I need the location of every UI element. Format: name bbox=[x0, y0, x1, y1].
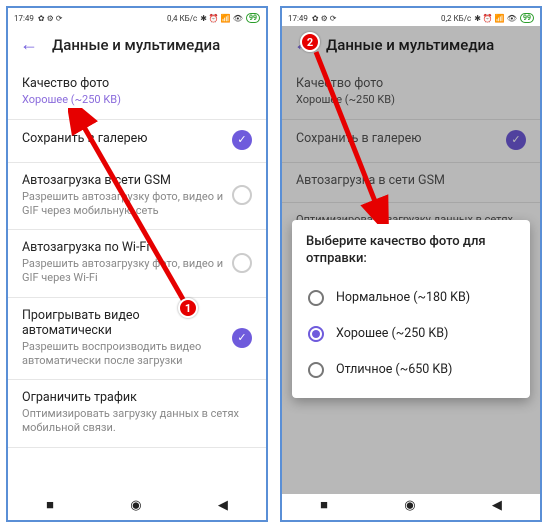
dialog-title: Выберите качество фото для отправки: bbox=[306, 234, 516, 268]
settings-list: Качество фото Хорошее (~250 KB) Сохранит… bbox=[8, 66, 266, 494]
setting-value: Хорошее (~250 KB) bbox=[22, 93, 252, 107]
annotation-badge: 1 bbox=[178, 298, 198, 318]
setting-save-gallery[interactable]: Сохранить в галерею ✓ bbox=[8, 120, 266, 163]
status-extra: ✱ ⏰ 📶 👁 bbox=[200, 14, 243, 23]
android-navbar: ■ ◉ ◀ bbox=[282, 494, 540, 520]
nav-home-icon[interactable]: ◉ bbox=[130, 498, 141, 513]
nav-recent-icon[interactable]: ■ bbox=[46, 497, 54, 513]
header: ← Данные и мультимедиа bbox=[8, 26, 266, 66]
phone-right: 17:49✿ ⚙ ⟳ 0,2 КБ/с✱ ⏰ 📶 👁99 ← Данные и … bbox=[280, 6, 542, 522]
battery-icon: 99 bbox=[246, 13, 260, 23]
checkbox-off-icon[interactable] bbox=[232, 253, 252, 273]
status-extra: ✱ ⏰ 📶 👁 bbox=[474, 14, 517, 23]
nav-back-icon[interactable]: ◀ bbox=[218, 498, 228, 513]
setting-autoload-wifi[interactable]: Автозагрузка по Wi-Fi Разрешить автозагр… bbox=[8, 230, 266, 298]
setting-subtitle: Разрешить воспроизводить видео автоматич… bbox=[22, 340, 232, 368]
nav-home-icon[interactable]: ◉ bbox=[404, 498, 415, 513]
setting-title: Проигрывать видео автоматически bbox=[22, 308, 232, 338]
quality-option-excellent[interactable]: Отличное (~650 KB) bbox=[306, 352, 516, 388]
option-label: Отличное (~650 KB) bbox=[336, 362, 452, 377]
setting-title: Автозагрузка в сети GSM bbox=[22, 173, 232, 188]
status-icons: ✿ ⚙ ⟳ bbox=[312, 14, 337, 23]
status-bar: 17:49 ✿ ⚙ ⟳ 0,2 КБ/с✱ ⏰ 📶 👁99 bbox=[282, 8, 540, 26]
photo-quality-dialog: Выберите качество фото для отправки: Нор… bbox=[292, 220, 530, 398]
status-net: 0,2 КБ/с bbox=[441, 14, 471, 23]
setting-title: Качество фото bbox=[22, 76, 252, 91]
setting-limit-traffic[interactable]: Ограничить трафик Оптимизировать загрузк… bbox=[8, 380, 266, 448]
setting-autoplay-video[interactable]: Проигрывать видео автоматически Разрешит… bbox=[8, 298, 266, 381]
checkbox-on-icon[interactable]: ✓ bbox=[232, 130, 252, 150]
nav-recent-icon[interactable]: ■ bbox=[320, 497, 328, 513]
setting-photo-quality[interactable]: Качество фото Хорошее (~250 KB) bbox=[8, 66, 266, 120]
status-time: 17:49 bbox=[14, 14, 34, 23]
status-net: 0,4 КБ/с bbox=[167, 14, 197, 23]
quality-option-good[interactable]: Хорошее (~250 KB) bbox=[306, 316, 516, 352]
android-navbar: ■ ◉ ◀ bbox=[8, 494, 266, 520]
radio-on-icon bbox=[308, 326, 324, 342]
setting-subtitle: Разрешить автозагрузку фото, видео и GIF… bbox=[22, 257, 232, 285]
setting-subtitle: Разрешить автозагрузку фото, видео и GIF… bbox=[22, 190, 232, 218]
setting-title: Сохранить в галерею bbox=[22, 131, 232, 146]
radio-off-icon bbox=[308, 362, 324, 378]
checkbox-off-icon[interactable] bbox=[232, 185, 252, 205]
nav-back-icon[interactable]: ◀ bbox=[492, 498, 502, 513]
battery-icon: 99 bbox=[520, 13, 534, 23]
status-icons: ✿ ⚙ ⟳ bbox=[38, 14, 63, 23]
option-label: Хорошее (~250 KB) bbox=[336, 326, 448, 341]
annotation-badge: 2 bbox=[300, 32, 320, 52]
radio-off-icon bbox=[308, 290, 324, 306]
setting-autoload-gsm[interactable]: Автозагрузка в сети GSM Разрешить автоза… bbox=[8, 163, 266, 231]
option-label: Нормальное (~180 KB) bbox=[336, 290, 470, 305]
back-icon[interactable]: ← bbox=[20, 36, 38, 54]
phone-left: 17:49 ✿ ⚙ ⟳ 0,4 КБ/с✱ ⏰ 📶 👁99 ← Данные и … bbox=[6, 6, 268, 522]
status-time: 17:49 bbox=[288, 14, 308, 23]
setting-title: Ограничить трафик bbox=[22, 390, 252, 405]
setting-subtitle: Оптимизировать загрузку данных в сетях м… bbox=[22, 407, 252, 435]
setting-title: Автозагрузка по Wi-Fi bbox=[22, 240, 232, 255]
quality-option-normal[interactable]: Нормальное (~180 KB) bbox=[306, 280, 516, 316]
status-bar: 17:49 ✿ ⚙ ⟳ 0,4 КБ/с✱ ⏰ 📶 👁99 bbox=[8, 8, 266, 26]
page-title: Данные и мультимедиа bbox=[52, 36, 220, 54]
checkbox-on-icon[interactable]: ✓ bbox=[232, 328, 252, 348]
